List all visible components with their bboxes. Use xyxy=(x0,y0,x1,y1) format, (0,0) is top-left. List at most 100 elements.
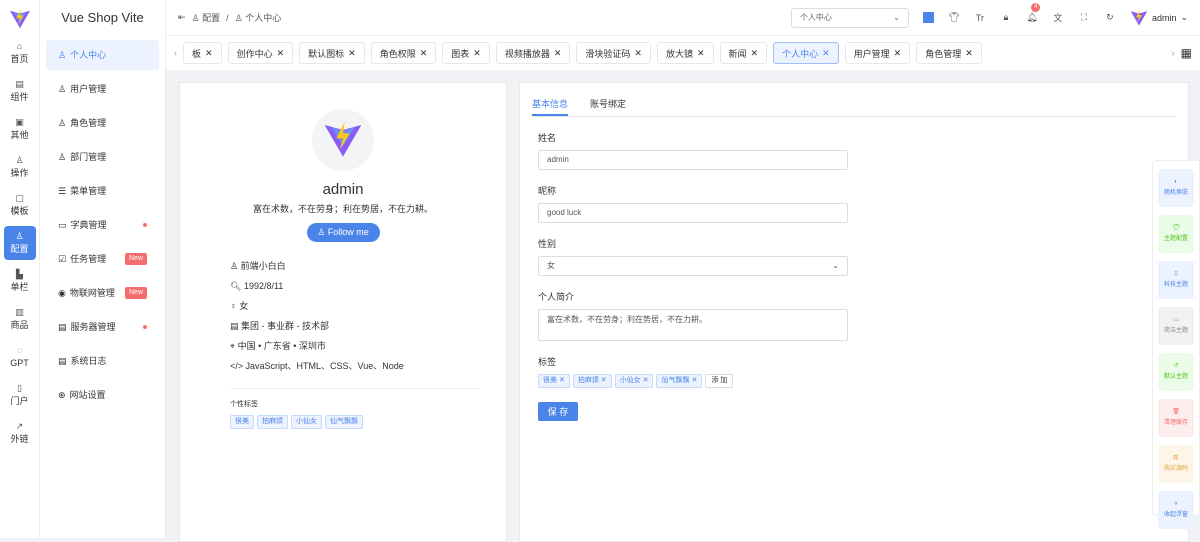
float-icon: 🗑︎ xyxy=(1172,409,1180,415)
lock-icon[interactable]: 🔒︎ xyxy=(1000,12,1012,23)
tab-item[interactable]: 视频播放器 ✕ xyxy=(495,42,571,64)
close-icon[interactable]: ✕ xyxy=(894,48,902,59)
rail-item[interactable]: ♙ 操作 xyxy=(4,150,36,184)
rail-item[interactable]: ⌂ 首页 xyxy=(4,36,36,70)
follow-button[interactable]: ♙ Follow me xyxy=(306,223,380,242)
close-icon[interactable]: ✕ xyxy=(965,48,973,59)
float-button[interactable]: 🗑︎ 清理缓存 xyxy=(1158,399,1194,437)
gender-select[interactable]: 女 ⌄ xyxy=(538,256,848,276)
close-icon[interactable]: ✕ xyxy=(643,377,649,384)
close-icon[interactable]: ✕ xyxy=(634,48,642,59)
close-icon[interactable]: ✕ xyxy=(473,48,481,59)
tab-item[interactable]: 滑块验证码 ✕ xyxy=(576,42,651,64)
float-icon: ◐ xyxy=(1174,179,1178,185)
menu-item[interactable]: ◉ 物联网管理 New xyxy=(46,278,159,308)
theme-icon[interactable]: 👕︎ xyxy=(948,12,960,23)
menu-item[interactable]: ▭ 字典管理 xyxy=(46,210,159,240)
menu-item[interactable]: ⊕ 网站设置 xyxy=(46,380,159,410)
menu-icon: ◉ xyxy=(58,288,66,298)
collapse-icon[interactable]: ⇤ xyxy=(178,12,186,23)
info-birthday: 🔍︎ 1992/8/11 xyxy=(230,281,284,291)
menu-icon: ⊕ xyxy=(58,390,66,400)
close-icon[interactable]: ✕ xyxy=(822,48,830,59)
rail-item[interactable]: ▣ 其他 xyxy=(4,112,36,146)
tab-item[interactable]: 角色管理 ✕ xyxy=(916,42,982,64)
tab-item[interactable]: 放大镜 ✕ xyxy=(656,42,714,64)
rail-icon: ◌ xyxy=(16,345,23,355)
menu-item[interactable]: ☑ 任务管理 New xyxy=(46,244,159,274)
side-menu: Vue Shop Vite ♙ 个人中心 ♙ 用户管理 ♙ 角色管理 ♙ 部门管理 ☰ 菜单管理 ▭… xyxy=(40,0,166,538)
fullscreen-icon[interactable]: ⛶ xyxy=(1078,12,1090,23)
tab-basic-info[interactable]: 基本信息 xyxy=(532,97,569,116)
rail-item[interactable]: ▢ 模板 xyxy=(4,188,36,222)
scroll-right-icon[interactable]: › xyxy=(1172,48,1175,58)
tab-menu-icon[interactable]: ▦ xyxy=(1181,46,1192,60)
close-icon[interactable]: ✕ xyxy=(277,48,285,59)
translate-icon[interactable]: 文 xyxy=(1052,11,1064,24)
profile-card: admin 富在术数，不在劳身；利在势居，不在力耕。 ♙ Follow me ♙… xyxy=(179,82,507,542)
font-size-icon[interactable]: Tr xyxy=(974,13,986,23)
gender-label: 性别 xyxy=(538,239,557,249)
bio-textarea[interactable]: 富在术数，不在劳身；利在势居，不在力耕。 xyxy=(538,309,848,341)
menu-search-select[interactable]: 个人中心 ⌄ xyxy=(790,7,909,28)
menu-item[interactable]: ♙ 用户管理 xyxy=(46,74,159,104)
tab-item[interactable]: 个人中心 ✕ xyxy=(773,42,839,64)
bell-icon[interactable]: 🔔︎ 4 xyxy=(1026,3,1041,23)
name-input[interactable]: admin xyxy=(538,150,848,170)
user-menu[interactable]: admin ⌄ xyxy=(1130,9,1188,27)
tab-item[interactable]: 角色权限 ✕ xyxy=(370,42,437,64)
rail-icon: ♙ xyxy=(15,155,24,165)
tab-item[interactable]: 新闻 ✕ xyxy=(719,42,768,64)
menu-item[interactable]: ☰ 菜单管理 xyxy=(46,176,159,206)
tab-item[interactable]: 用户管理 ✕ xyxy=(844,42,911,64)
rail-item[interactable]: ◌ GPT xyxy=(4,340,36,374)
rail-item[interactable]: ▯ 门户 xyxy=(4,378,36,412)
rail-item[interactable]: ▥ 商品 xyxy=(4,302,36,336)
add-tag-button[interactable]: 添 加 xyxy=(705,374,734,388)
settings-card: 基本信息 账号绑定 姓名 admin 昵称 good luck 性别 女 ⌄ 个人… xyxy=(519,82,1189,542)
logo-icon xyxy=(9,8,30,29)
refresh-icon[interactable]: ↻ xyxy=(1104,12,1116,23)
nickname-input[interactable]: good luck xyxy=(538,203,848,223)
chevron-down-icon: ⌄ xyxy=(832,261,839,270)
close-icon[interactable]: ✕ xyxy=(751,48,759,59)
tab-item[interactable]: 板 ✕ xyxy=(183,42,222,64)
tab-item[interactable]: 默认图标 ✕ xyxy=(299,42,365,64)
float-button[interactable]: 👕︎ 主题配置 xyxy=(1158,215,1194,253)
menu-item[interactable]: ♙ 部门管理 xyxy=(46,142,159,172)
rail-item[interactable]: ▤ 组件 xyxy=(4,74,36,108)
close-icon[interactable]: ✕ xyxy=(420,48,428,59)
breadcrumb-item[interactable]: ♙ 配置 xyxy=(192,11,221,24)
profile-tag: 小仙女 xyxy=(291,415,322,429)
rail-item[interactable]: ↗ 外链 xyxy=(4,416,36,450)
scroll-left-icon[interactable]: ‹ xyxy=(174,48,177,58)
color-picker-icon[interactable] xyxy=(922,12,934,23)
menu-item[interactable]: ▤ 服务器管理 xyxy=(46,312,159,342)
float-button[interactable]: «收起浮窗 xyxy=(1158,491,1194,529)
menu-item[interactable]: ♙ 个人中心 xyxy=(46,40,159,70)
close-icon[interactable]: ✕ xyxy=(691,377,697,384)
tab-account-binding[interactable]: 账号绑定 xyxy=(590,97,626,116)
float-button[interactable]: 🛒︎ 购买源码 xyxy=(1158,445,1194,483)
nickname-label: 昵称 xyxy=(538,186,557,196)
close-icon[interactable]: ✕ xyxy=(601,377,607,384)
status-dot xyxy=(143,223,147,227)
close-icon[interactable]: ✕ xyxy=(697,48,705,59)
form-tag: 很美 ✕ xyxy=(538,374,570,388)
save-button[interactable]: 保 存 xyxy=(538,402,578,421)
rail-item[interactable]: ▙ 单栏 xyxy=(4,264,36,298)
tab-item[interactable]: 创作中心 ✕ xyxy=(227,42,294,64)
float-button[interactable]: ◐ 随机换肤 xyxy=(1158,169,1194,207)
rail-item[interactable]: ♙ 配置 xyxy=(3,226,36,260)
menu-item[interactable]: ▤ 系统日志 xyxy=(46,346,159,376)
breadcrumb-item: ♙ 个人中心 xyxy=(234,13,282,23)
menu-item[interactable]: ♙ 角色管理 xyxy=(46,108,159,138)
close-icon[interactable]: ✕ xyxy=(205,48,213,59)
tab-item[interactable]: 图表 ✕ xyxy=(442,42,490,64)
close-icon[interactable]: ✕ xyxy=(554,48,562,59)
close-icon[interactable]: ✕ xyxy=(559,377,565,384)
float-button[interactable]: ▯ 科技主题 xyxy=(1158,261,1194,299)
float-button[interactable]: ▭ 简洁主题 xyxy=(1158,307,1194,345)
float-button[interactable]: ↺ 默认主题 xyxy=(1158,353,1194,391)
close-icon[interactable]: ✕ xyxy=(348,48,356,59)
